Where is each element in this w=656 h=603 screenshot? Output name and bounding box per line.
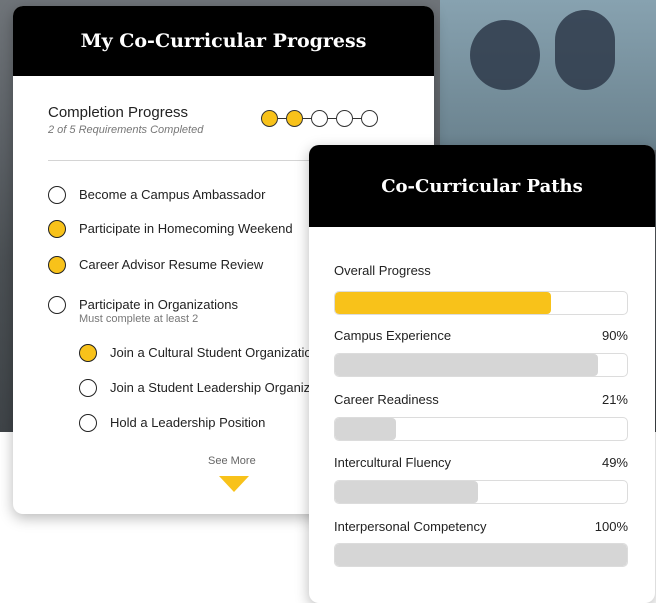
card-header: Co-Curricular Paths [309,145,655,227]
requirement-note: Must complete at least 2 [79,313,199,325]
path-progress-bar [334,543,628,567]
progress-dot-empty [361,110,378,127]
progress-dot-filled [261,110,278,127]
path-progress-fill [335,354,598,376]
overall-progress-label: Overall Progress [334,263,431,278]
progress-dot-empty [311,110,328,127]
path-label: Career Readiness [334,392,439,407]
progress-dot-empty [336,110,353,127]
status-circle-empty [48,296,66,314]
requirement-label: Participate in Organizations [79,297,238,312]
path-percent: 100% [594,519,628,534]
sub-requirement-item[interactable]: Join a Student Leadership Organization [79,379,338,397]
requirement-item[interactable]: Participate in Homecoming Weekend [48,220,293,238]
status-circle-empty [79,414,97,432]
path-percent: 21% [601,392,628,407]
sub-requirement-label: Hold a Leadership Position [110,415,266,430]
path-percent: 90% [601,328,628,343]
requirement-label: Participate in Homecoming Weekend [79,221,293,236]
status-circle-complete [48,220,66,238]
card-header: My Co-Curricular Progress [13,6,434,76]
sub-requirement-item[interactable]: Join a Cultural Student Organization [79,344,319,362]
completion-subtitle: 2 of 5 Requirements Completed [48,124,204,136]
progress-dot-filled [286,110,303,127]
card-title: My Co-Curricular Progress [80,30,367,52]
path-progress-fill [335,481,479,503]
requirement-label: Career Advisor Resume Review [79,257,264,272]
status-circle-complete [79,344,97,362]
status-circle-empty [48,186,66,204]
path-label: Intercultural Fluency [334,455,452,470]
requirement-group[interactable]: Participate in Organizations Must comple… [48,296,238,325]
requirement-item[interactable]: Career Advisor Resume Review [48,256,263,274]
requirement-label: Become a Campus Ambassador [79,187,266,202]
completion-progress: Completion Progress 2 of 5 Requirements … [48,104,203,136]
progress-dots [261,110,378,127]
overall-progress-bar [334,291,628,315]
chevron-down-icon[interactable] [219,476,249,492]
path-percent: 49% [601,455,628,470]
overall-progress-fill [335,292,552,314]
completion-title: Completion Progress [48,104,189,121]
status-circle-empty [79,379,97,397]
sub-requirement-label: Join a Student Leadership Organization [110,380,339,395]
path-progress-fill [335,544,627,566]
status-circle-complete [48,256,66,274]
path-progress-bar [334,353,628,377]
person-silhouette [470,20,540,90]
card-title: Co-Curricular Paths [381,175,583,197]
path-progress-fill [335,418,397,440]
co-curricular-paths-card: Co-Curricular Paths Overall Progress Cam… [309,145,655,603]
path-label: Campus Experience [334,328,452,343]
person-silhouette [555,10,615,90]
sub-requirement-label: Join a Cultural Student Organization [110,345,319,360]
path-progress-bar [334,417,628,441]
requirement-item[interactable]: Become a Campus Ambassador [48,186,265,204]
window-pane [440,0,656,150]
path-label: Interpersonal Competency [334,519,487,534]
sub-requirement-item[interactable]: Hold a Leadership Position [79,414,265,432]
path-progress-bar [334,480,628,504]
see-more-link[interactable]: See More [208,455,256,467]
